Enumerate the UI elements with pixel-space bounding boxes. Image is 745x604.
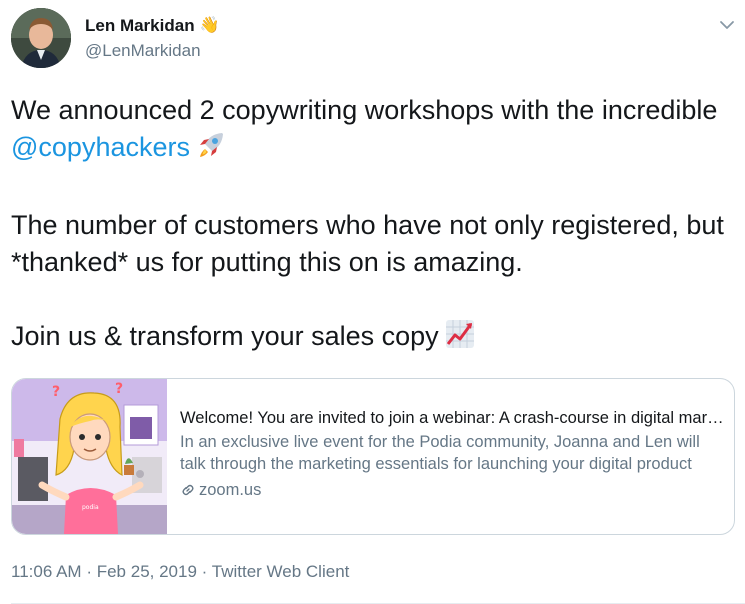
paragraph-3-text: Join us & transform your sales copy <box>11 321 439 351</box>
card-domain: zoom.us <box>199 481 262 499</box>
card-text: Welcome! You are invited to join a webin… <box>180 407 728 501</box>
card-description: In an exclusive live event for the Podia… <box>180 433 700 473</box>
meta-separator: · <box>201 562 208 581</box>
tweet-date[interactable]: Feb 25, 2019 <box>97 562 197 581</box>
paragraph-1-text: We announced 2 copywriting workshops wit… <box>11 95 718 125</box>
tweet-meta: 11:06 AM · Feb 25, 2019 · Twitter Web Cl… <box>11 562 349 582</box>
link-preview-card[interactable]: ? ? podia Welcome! You are invited to jo… <box>11 378 735 535</box>
tweet-time[interactable]: 11:06 AM <box>11 562 82 581</box>
rocket-icon <box>196 130 226 170</box>
tweet-text: We announced 2 copywriting workshops wit… <box>11 92 736 359</box>
tweet-paragraph-3: Join us & transform your sales copy <box>11 318 736 359</box>
svg-text:?: ? <box>52 384 60 400</box>
chart-increasing-icon <box>445 319 475 359</box>
meta-separator: · <box>86 562 92 581</box>
mention-link[interactable]: @copyhackers <box>11 132 190 162</box>
svg-text:?: ? <box>115 381 123 397</box>
author-name-row[interactable]: Len Markidan 👋 <box>85 16 220 36</box>
tweet-client[interactable]: Twitter Web Client <box>212 562 350 581</box>
card-image: ? ? podia <box>12 379 167 534</box>
display-name[interactable]: Len Markidan <box>85 16 195 36</box>
tweet-paragraph-2: The number of customers who have not onl… <box>11 210 724 277</box>
chevron-down-icon[interactable] <box>716 14 738 36</box>
tweet: Len Markidan 👋 @LenMarkidan We announced… <box>0 0 745 604</box>
svg-text:podia: podia <box>82 504 99 511</box>
tweet-paragraph-1: We announced 2 copywriting workshops wit… <box>11 92 736 170</box>
card-title: Welcome! You are invited to join a webin… <box>180 409 728 427</box>
card-domain-row: zoom.us <box>180 479 728 501</box>
avatar-image <box>11 8 71 68</box>
user-handle[interactable]: @LenMarkidan <box>85 41 201 61</box>
link-icon <box>182 484 194 496</box>
avatar[interactable] <box>11 8 71 68</box>
waving-hand-emoji: 👋 <box>199 17 220 34</box>
